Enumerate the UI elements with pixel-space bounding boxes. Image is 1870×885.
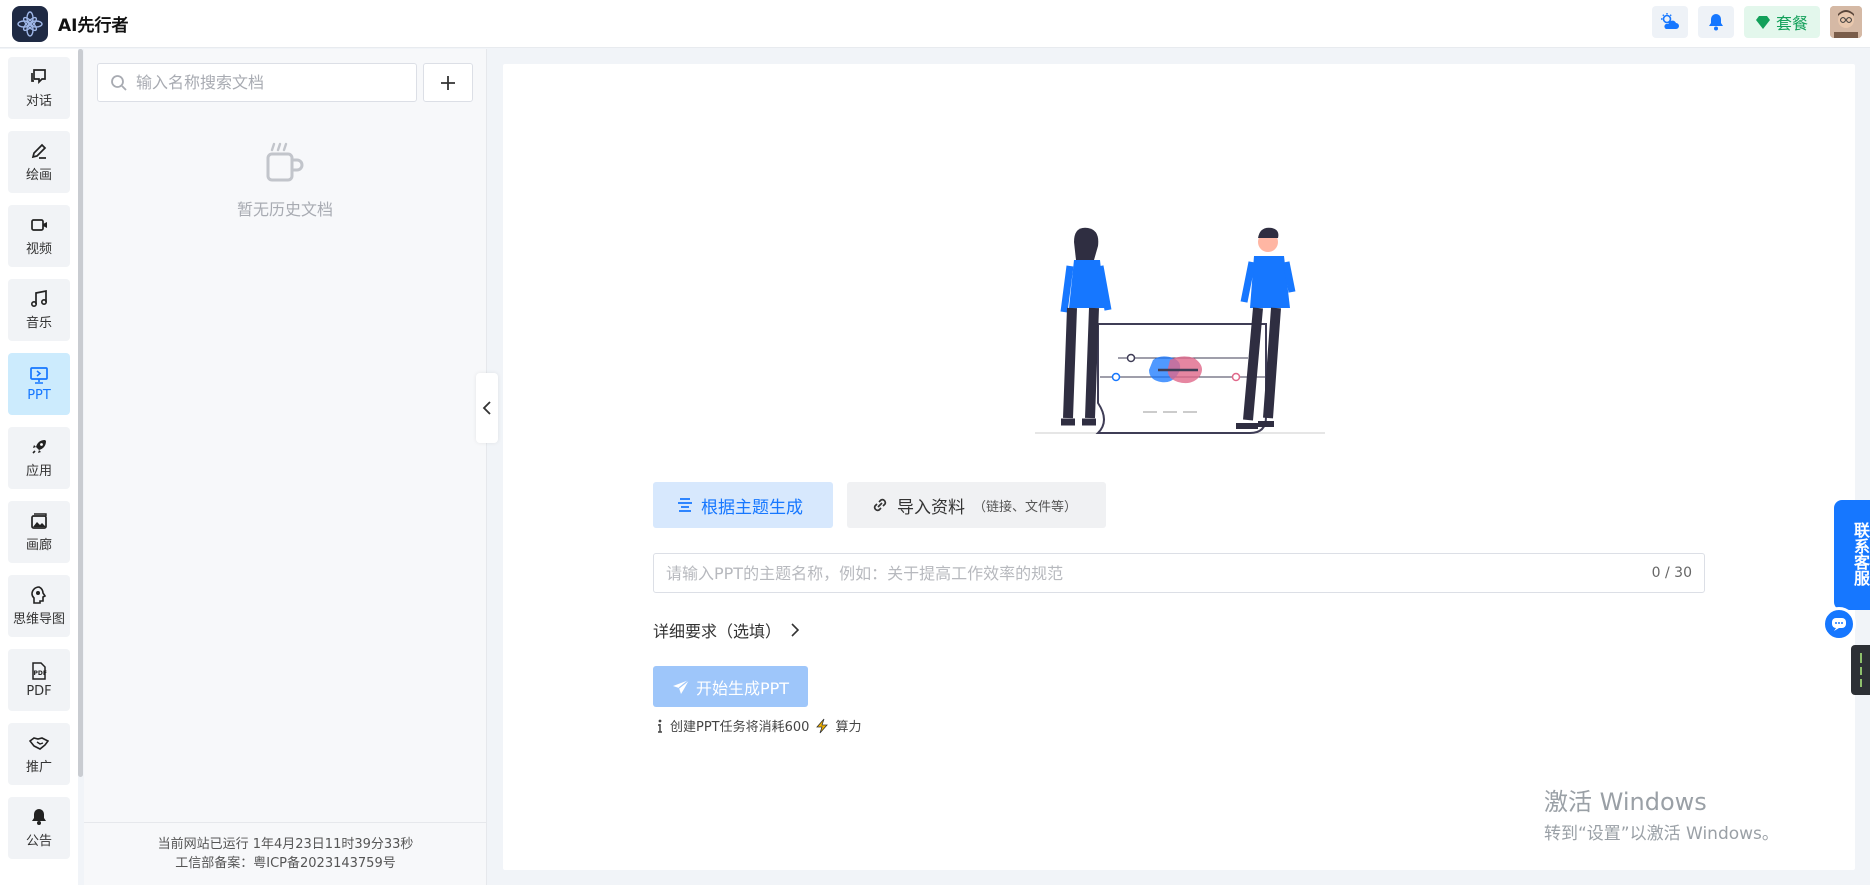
customer-service-tab[interactable]: 联系客服 bbox=[1834, 500, 1870, 610]
nav-item-promote[interactable]: 推广 bbox=[8, 723, 70, 785]
nav-item-mindmap[interactable]: 思维导图 bbox=[8, 575, 70, 637]
uptime-text: 当前网站已运行 1年4月23日11时39分33秒 bbox=[157, 837, 414, 852]
top-bar: AI先行者 套餐 bbox=[0, 0, 1870, 48]
chat-bubble-icon bbox=[1832, 618, 1846, 631]
customer-service-chat-button[interactable] bbox=[1822, 607, 1856, 641]
video-icon bbox=[31, 219, 47, 231]
nav-label: 对话 bbox=[25, 94, 52, 109]
plus-icon bbox=[441, 75, 455, 90]
windows-activation-watermark: 激活 Windows 转到“设置”以激活 Windows。 bbox=[1544, 782, 1779, 844]
nav-label: 绘画 bbox=[25, 168, 52, 183]
nav-scrollbar[interactable] bbox=[78, 49, 83, 777]
mindmap-head-icon bbox=[31, 586, 47, 604]
tab-hint: （链接、文件等） bbox=[973, 499, 1078, 515]
empty-state bbox=[264, 140, 308, 188]
info-icon bbox=[658, 719, 662, 733]
nav-label: PPT bbox=[27, 388, 51, 403]
nav-label: PDF bbox=[26, 684, 52, 699]
search-input[interactable] bbox=[136, 73, 406, 92]
nav-label: 画廊 bbox=[25, 538, 52, 553]
nav-item-announcement[interactable]: 公告 bbox=[8, 797, 70, 859]
svg-text:PDF: PDF bbox=[34, 670, 47, 677]
app-logo[interactable] bbox=[12, 5, 48, 42]
send-icon bbox=[672, 679, 690, 694]
rocket-icon bbox=[32, 440, 46, 454]
weather-button[interactable] bbox=[1651, 6, 1688, 38]
user-avatar[interactable] bbox=[1830, 6, 1862, 38]
ppt-illustration bbox=[1030, 222, 1330, 441]
link-icon bbox=[873, 498, 887, 512]
detail-label: 详细要求（选填） bbox=[653, 622, 782, 641]
tab-generate-by-topic[interactable]: 根据主题生成 bbox=[653, 482, 833, 528]
package-button[interactable]: 套餐 bbox=[1743, 6, 1820, 38]
tab-label: 导入资料 bbox=[897, 497, 965, 518]
nav-label: 思维导图 bbox=[12, 612, 65, 627]
detail-requirements-toggle[interactable]: 详细要求（选填） bbox=[653, 618, 800, 642]
nav-item-pdf[interactable]: PDF PDF bbox=[8, 649, 70, 711]
tab-import-material[interactable]: 导入资料 （链接、文件等） bbox=[847, 482, 1106, 528]
topic-field[interactable]: 0 / 30 bbox=[653, 553, 1705, 593]
bell-icon bbox=[1708, 14, 1723, 31]
notification-button[interactable] bbox=[1697, 6, 1734, 38]
bell-icon bbox=[32, 809, 46, 825]
nav-label: 视频 bbox=[25, 242, 52, 257]
generate-ppt-button[interactable]: 开始生成PPT bbox=[653, 666, 808, 707]
flower-logo-icon bbox=[17, 10, 43, 37]
watermark-line1: 激活 Windows bbox=[1544, 788, 1707, 816]
pdf-icon: PDF bbox=[32, 662, 47, 680]
people-presentation-illustration bbox=[1035, 227, 1325, 434]
avatar-image bbox=[1830, 6, 1862, 38]
nav-item-gallery[interactable]: 画廊 bbox=[8, 501, 70, 563]
char-counter: 0 / 30 bbox=[1651, 565, 1692, 581]
document-search[interactable] bbox=[97, 63, 417, 102]
nav-item-ppt[interactable]: PPT bbox=[8, 353, 70, 415]
nav-item-apps[interactable]: 应用 bbox=[8, 427, 70, 489]
cost-note-suffix: 算力 bbox=[835, 720, 862, 735]
nav-item-chat[interactable]: 对话 bbox=[8, 57, 70, 119]
app-title: AI先行者 bbox=[58, 16, 129, 36]
weather-icon bbox=[1660, 13, 1679, 29]
generate-label: 开始生成PPT bbox=[695, 678, 790, 698]
nav-label: 应用 bbox=[25, 464, 52, 479]
site-footer: 当前网站已运行 1年4月23日11时39分33秒 工信部备案：粤ICP备2023… bbox=[84, 822, 487, 885]
empty-state-text: 暂无历史文档 bbox=[236, 200, 333, 219]
music-icon bbox=[30, 289, 48, 308]
handshake-icon bbox=[29, 737, 49, 750]
pencil-icon bbox=[31, 143, 47, 159]
watermark-line2: 转到“设置”以激活 Windows。 bbox=[1544, 824, 1779, 844]
nav-label: 推广 bbox=[25, 760, 52, 775]
chat-icon bbox=[31, 69, 46, 85]
equalizer-icon bbox=[1860, 653, 1862, 687]
chevron-left-icon bbox=[482, 401, 491, 415]
collapse-sidebar-button[interactable] bbox=[476, 373, 498, 443]
search-icon bbox=[111, 74, 127, 91]
nav-label: 公告 bbox=[25, 834, 52, 849]
diamond-icon bbox=[1755, 15, 1770, 29]
ppt-main-panel bbox=[503, 64, 1855, 870]
nav-item-draw[interactable]: 绘画 bbox=[8, 131, 70, 193]
nav-label: 音乐 bbox=[25, 316, 52, 331]
package-label: 套餐 bbox=[1775, 14, 1808, 33]
gallery-icon bbox=[31, 513, 47, 529]
presentation-icon bbox=[30, 367, 48, 384]
chevron-right-icon bbox=[791, 623, 800, 637]
nav-item-music[interactable]: 音乐 bbox=[8, 279, 70, 341]
icp-text[interactable]: 工信部备案：粤ICP备2023143759号 bbox=[84, 854, 487, 873]
topic-input[interactable] bbox=[666, 563, 1652, 583]
cost-note: 创建PPT任务将消耗600 算力 bbox=[656, 716, 861, 735]
add-document-button[interactable] bbox=[423, 63, 473, 102]
lightning-icon bbox=[816, 718, 829, 733]
tab-label: 根据主题生成 bbox=[701, 497, 803, 518]
coffee-cup-icon bbox=[266, 142, 304, 182]
cost-note-prefix: 创建PPT任务将消耗600 bbox=[670, 720, 810, 735]
floating-widget[interactable] bbox=[1851, 645, 1870, 695]
nav-item-video[interactable]: 视频 bbox=[8, 205, 70, 267]
align-center-icon bbox=[678, 498, 692, 512]
